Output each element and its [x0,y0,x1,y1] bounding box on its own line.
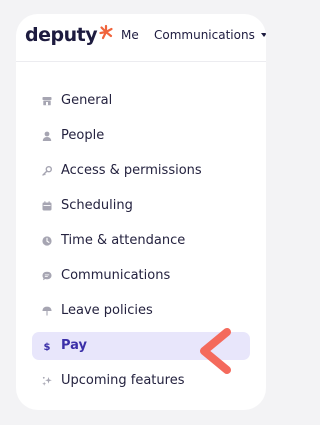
svg-text:$: $ [44,342,51,351]
menu-item-access-permissions[interactable]: Access & permissions [32,157,250,185]
menu-item-communications[interactable]: Communications [32,262,250,290]
chat-icon [42,271,52,281]
menu-item-label: Access & permissions [61,163,202,178]
logo-starburst-icon [99,24,113,40]
menu-item-general[interactable]: General [32,87,250,115]
dollar-icon: $ [44,342,51,351]
menu-item-people[interactable]: People [32,122,250,150]
person-icon [42,131,52,141]
menu-item-label: Scheduling [61,198,133,213]
chevron-left-pointer-icon [200,328,231,374]
top-header: deputy Me Communications [16,14,266,62]
key-icon [42,166,52,176]
menu-item-label: People [61,128,105,143]
menu-item-label: Pay [61,338,88,353]
menu-item-label: Leave policies [61,303,153,318]
nav-communications-dropdown[interactable]: Communications [154,28,266,42]
clock-icon [42,236,52,246]
nav-me[interactable]: Me [121,28,139,42]
deputy-logo[interactable]: deputy [25,22,114,48]
menu-item-leave-policies[interactable]: Leave policies [32,297,250,325]
store-icon [42,97,52,106]
nav-communications-label: Communications [154,28,255,42]
menu-item-scheduling[interactable]: Scheduling [32,192,250,220]
sparkle-icon [42,376,52,386]
calendar-icon [42,201,52,211]
chevron-down-icon [260,33,266,37]
menu-item-label: General [61,93,113,108]
menu-item-label: Communications [61,268,171,283]
menu-item-time-attendance[interactable]: Time & attendance [32,227,250,255]
umbrella-icon [42,306,52,316]
menu-item-label: Upcoming features [61,373,185,388]
logo-wordmark: deputy [25,24,98,46]
menu-item-label: Time & attendance [61,233,186,248]
